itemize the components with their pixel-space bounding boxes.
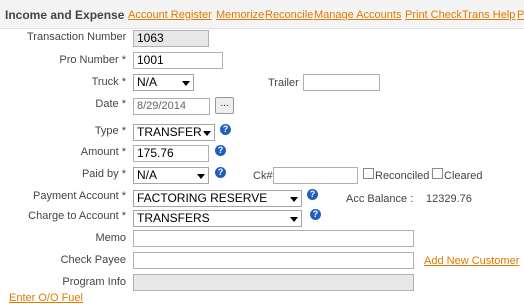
type-label: Type * — [94, 125, 126, 137]
chevron-down-icon — [182, 81, 190, 86]
date-input[interactable]: 8/29/2014 — [133, 98, 210, 115]
payment-account-label: Payment Account * — [33, 190, 126, 202]
nav-memorize[interactable]: Memorize — [216, 9, 264, 21]
chevron-down-icon — [290, 217, 298, 222]
charge-to-account-select-value: TRANSFERS — [137, 211, 210, 225]
charge-to-account-label: Charge to Account * — [28, 210, 126, 222]
program-info-label: Program Info — [62, 276, 126, 288]
trailer-input[interactable] — [303, 74, 380, 91]
paid-by-select[interactable]: N/A — [133, 167, 209, 184]
add-new-customer-link[interactable]: Add New Customer — [424, 255, 519, 267]
truck-select[interactable]: N/A — [133, 74, 194, 91]
charge-to-account-select[interactable]: TRANSFERS — [133, 210, 302, 227]
transaction-number-field: 1063 — [133, 30, 209, 47]
page-title: Income and Expense — [5, 8, 125, 22]
amount-input[interactable]: 175.76 — [133, 145, 209, 162]
type-select[interactable]: TRANSFER — [133, 124, 215, 141]
nav-print-check[interactable]: Print Check — [405, 9, 462, 21]
paid-by-select-value: N/A — [137, 168, 158, 182]
paid-by-label: Paid by * — [81, 168, 126, 180]
program-info-field — [133, 274, 414, 291]
memo-input[interactable] — [133, 230, 414, 247]
check-number-input[interactable] — [273, 167, 358, 184]
date-label: Date * — [95, 98, 126, 110]
chevron-down-icon — [197, 174, 205, 179]
nav-account-register[interactable]: Account Register — [128, 9, 212, 21]
payment-account-select[interactable]: FACTORING RESERVE — [133, 190, 302, 207]
amount-help-icon[interactable]: ? — [215, 145, 226, 156]
reconciled-label: Reconciled — [375, 170, 430, 182]
pro-number-input[interactable]: 1001 — [133, 52, 223, 69]
amount-label: Amount * — [80, 146, 126, 158]
payment-account-help-icon[interactable]: ? — [307, 189, 318, 200]
charge-to-account-help-icon[interactable]: ? — [310, 209, 321, 220]
check-payee-label: Check Payee — [60, 254, 126, 266]
cleared-checkbox[interactable] — [432, 168, 443, 179]
enter-oo-fuel-link[interactable]: Enter O/O Fuel — [9, 292, 83, 304]
truck-select-value: N/A — [137, 75, 158, 89]
title-bar: Income and Expense Account Register Memo… — [0, 0, 524, 29]
nav-trans-help[interactable]: Trans Help — [462, 9, 515, 21]
type-select-value: TRANSFER — [137, 125, 202, 139]
trailer-label: Trailer — [268, 77, 299, 89]
nav-more[interactable]: P — [517, 9, 524, 21]
memo-label: Memo — [95, 232, 126, 244]
payment-account-select-value: FACTORING RESERVE — [137, 191, 268, 205]
chevron-down-icon — [203, 131, 211, 136]
check-payee-input[interactable] — [133, 252, 414, 269]
cleared-label: Cleared — [444, 170, 483, 182]
nav-manage-accounts[interactable]: Manage Accounts — [314, 9, 401, 21]
paid-by-help-icon[interactable]: ? — [215, 167, 226, 178]
check-number-label: Ck# — [253, 170, 273, 182]
chevron-down-icon — [290, 197, 298, 202]
pro-number-label: Pro Number * — [59, 54, 126, 66]
reconciled-checkbox[interactable] — [363, 168, 374, 179]
truck-label: Truck * — [91, 76, 126, 88]
acc-balance-value: 12329.76 — [426, 193, 472, 205]
nav-reconcile[interactable]: Reconcile — [265, 9, 313, 21]
transaction-number-label: Transaction Number — [27, 31, 127, 43]
date-picker-button[interactable]: ... — [215, 97, 234, 114]
acc-balance-label: Acc Balance : — [346, 193, 414, 205]
type-help-icon[interactable]: ? — [220, 124, 231, 135]
